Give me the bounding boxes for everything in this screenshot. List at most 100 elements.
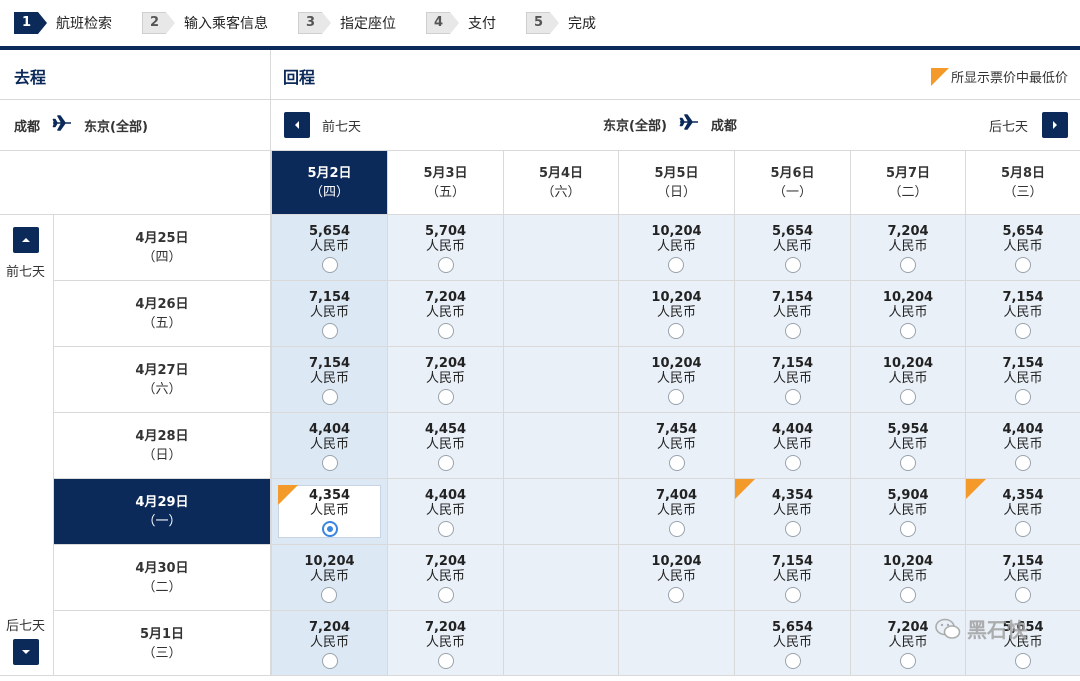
fare-radio[interactable] [321,389,338,405]
fare-radio[interactable] [437,323,454,339]
fare-cell[interactable]: 10,204 人民币 [850,280,965,346]
next-week-label[interactable]: 后七天 [989,116,1028,135]
outbound-date-header[interactable]: 4月30日 （二） [54,544,271,610]
next-outbound-week-button[interactable] [13,639,39,665]
fare-cell[interactable]: 7,204 人民币 [387,544,503,610]
fare-radio[interactable] [437,653,454,669]
fare-cell[interactable]: 10,204 人民币 [850,544,965,610]
fare-cell[interactable]: 7,404 人民币 [618,478,734,544]
fare-cell[interactable]: 10,204 人民币 [618,280,734,346]
fare-radio[interactable] [437,389,454,405]
return-date-header[interactable]: 5月5日 （日） [618,150,734,214]
outbound-date-header[interactable]: 5月1日 （三） [54,610,271,676]
fare-cell[interactable]: 4,404 人民币 [965,412,1080,478]
fare-radio[interactable] [1015,521,1031,537]
fare-cell[interactable]: 7,154 人民币 [965,544,1080,610]
fare-cell[interactable]: 5,954 人民币 [850,412,965,478]
outbound-date-header[interactable]: 4月28日 （日） [54,412,271,478]
fare-cell[interactable]: 7,204 人民币 [387,280,503,346]
outbound-date-header[interactable]: 4月26日 （五） [54,280,271,346]
fare-cell[interactable]: 4,354 人民币 [271,478,387,544]
fare-cell[interactable]: 7,204 人民币 [387,346,503,412]
fare-cell[interactable]: 10,204 人民币 [850,346,965,412]
fare-cell[interactable]: 4,354 人民币 [734,478,850,544]
fare-cell[interactable]: 7,204 人民币 [850,214,965,280]
fare-radio[interactable] [321,455,338,471]
prev-outbound-week-label[interactable]: 前七天 [6,261,45,280]
fare-radio[interactable] [321,653,338,669]
fare-cell[interactable]: 5,704 人民币 [387,214,503,280]
fare-cell[interactable]: 7,154 人民币 [734,544,850,610]
return-date-header[interactable]: 5月2日 （四） [271,150,387,214]
fare-radio[interactable] [668,521,685,537]
fare-cell[interactable]: 7,154 人民币 [271,346,387,412]
fare-radio[interactable] [437,587,454,603]
fare-radio[interactable] [900,455,916,471]
fare-radio[interactable] [784,455,801,471]
fare-radio[interactable] [784,323,801,339]
fare-radio[interactable] [1015,323,1031,339]
fare-radio[interactable] [1015,587,1031,603]
fare-radio[interactable] [784,257,801,273]
fare-radio[interactable] [668,389,685,405]
fare-cell[interactable]: 5,654 人民币 [271,214,387,280]
fare-radio[interactable] [899,587,916,603]
return-date-header[interactable]: 5月3日 （五） [387,150,503,214]
fare-cell[interactable]: 10,204 人民币 [618,346,734,412]
return-date-header[interactable]: 5月4日 （六） [503,150,618,214]
next-outbound-week-label[interactable]: 后七天 [6,615,45,634]
fare-cell[interactable]: 4,454 人民币 [387,412,503,478]
prev-outbound-week-button[interactable] [13,227,39,253]
fare-radio[interactable] [437,257,454,273]
fare-cell[interactable]: 7,154 人民币 [734,346,850,412]
fare-radio[interactable] [784,389,801,405]
fare-radio[interactable] [784,653,801,669]
fare-radio[interactable] [668,257,685,273]
fare-radio[interactable] [668,323,685,339]
fare-radio[interactable] [899,389,916,405]
fare-cell[interactable]: 10,204 人民币 [618,214,734,280]
fare-cell[interactable]: 4,404 人民币 [271,412,387,478]
fare-cell[interactable]: 7,154 人民币 [965,280,1080,346]
fare-radio[interactable] [1015,257,1031,273]
fare-radio[interactable] [437,521,454,537]
fare-cell[interactable]: 7,454 人民币 [618,412,734,478]
fare-radio[interactable] [784,521,801,537]
fare-cell[interactable]: 5,654 人民币 [734,214,850,280]
fare-cell[interactable]: 7,154 人民币 [734,280,850,346]
fare-cell[interactable]: 5,654 人民币 [734,610,850,676]
outbound-date-header[interactable]: 4月25日 （四） [54,214,271,280]
fare-radio[interactable] [321,587,338,603]
fare-radio[interactable] [321,323,338,339]
fare-cell[interactable]: 4,404 人民币 [387,478,503,544]
fare-radio[interactable] [784,587,801,603]
fare-radio[interactable] [1015,653,1031,669]
fare-cell[interactable]: 5,904 人民币 [850,478,965,544]
fare-radio[interactable] [900,521,916,537]
prev-week-label[interactable]: 前七天 [322,116,361,135]
fare-radio[interactable] [899,323,916,339]
fare-cell[interactable]: 4,354 人民币 [965,478,1080,544]
fare-radio[interactable] [321,521,338,537]
outbound-date-header[interactable]: 4月27日 （六） [54,346,271,412]
return-date-header[interactable]: 5月6日 （一） [734,150,850,214]
fare-cell[interactable]: 7,204 人民币 [387,610,503,676]
fare-cell[interactable]: 5,654 人民币 [965,214,1080,280]
fare-cell[interactable]: 4,404 人民币 [734,412,850,478]
fare-cell[interactable]: 7,154 人民币 [965,346,1080,412]
fare-cell[interactable]: 7,154 人民币 [271,280,387,346]
fare-radio[interactable] [1015,455,1031,471]
next-week-button[interactable] [1042,112,1068,138]
fare-radio[interactable] [321,257,338,273]
fare-radio[interactable] [900,257,916,273]
fare-radio[interactable] [668,455,685,471]
fare-radio[interactable] [1015,389,1031,405]
fare-cell[interactable]: 10,204 人民币 [618,544,734,610]
fare-radio[interactable] [668,587,685,603]
return-date-header[interactable]: 5月8日 （三） [965,150,1080,214]
fare-cell[interactable]: 10,204 人民币 [271,544,387,610]
prev-week-button[interactable] [284,112,310,138]
fare-radio[interactable] [437,455,454,471]
fare-radio[interactable] [900,653,916,669]
return-date-header[interactable]: 5月7日 （二） [850,150,965,214]
